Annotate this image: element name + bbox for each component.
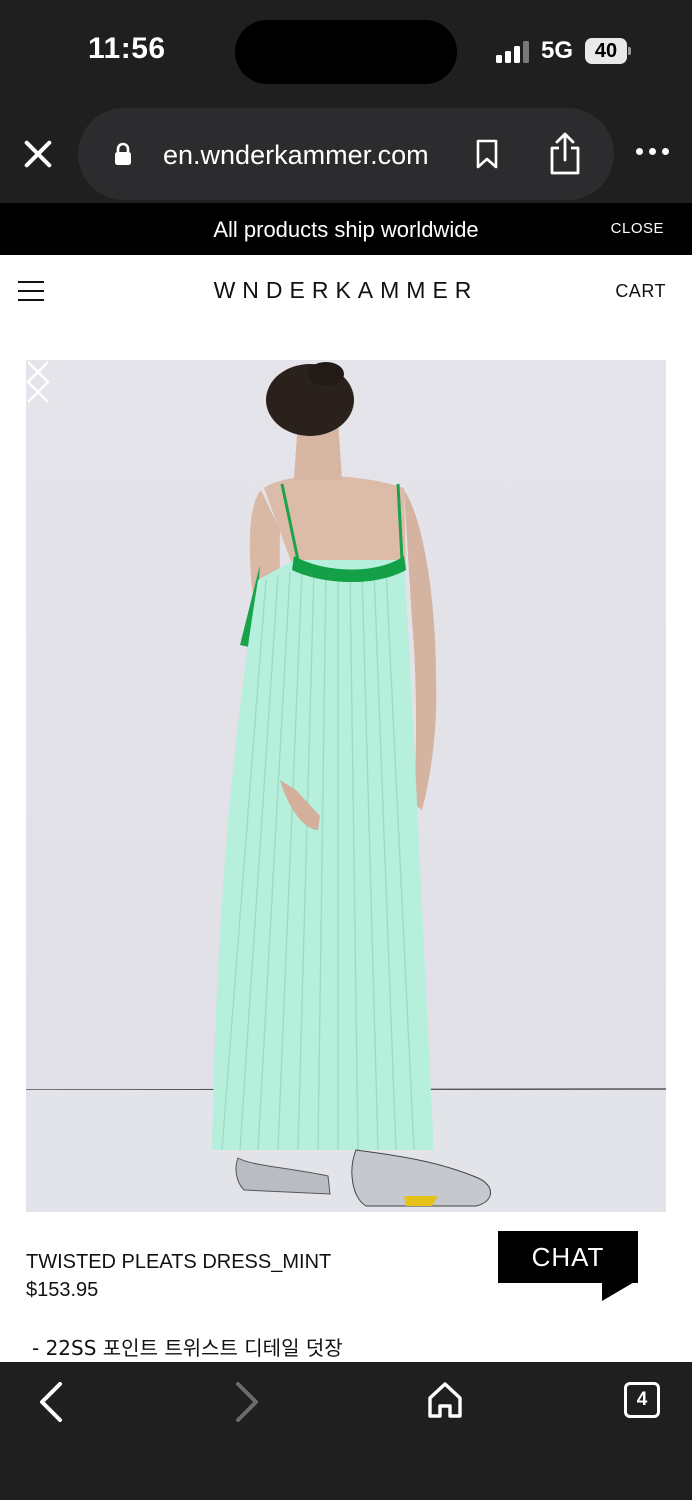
next-arrow-icon[interactable] <box>26 360 50 404</box>
product-name: TWISTED PLEATS DRESS_MINT <box>26 1251 332 1273</box>
browser-url-row: en.wnderkammer.com <box>0 104 692 203</box>
product-description: - 22SS 포인트 트위스트 디테일 덧장 <box>32 1336 343 1360</box>
battery-icon: 40 <box>585 38 631 64</box>
lock-icon <box>115 142 131 165</box>
share-icon[interactable] <box>548 132 582 176</box>
product-image[interactable] <box>26 360 666 1212</box>
brand-logo[interactable]: WNDERKAMMER <box>0 277 692 304</box>
chat-bubble-tail <box>602 1281 636 1301</box>
cart-link[interactable]: CART <box>615 281 666 302</box>
product-price: $153.95 <box>26 1279 99 1301</box>
chat-button[interactable]: CHAT <box>498 1231 638 1301</box>
battery-level: 40 <box>585 38 627 64</box>
tabs-button[interactable]: 4 <box>624 1382 660 1418</box>
status-bar: 11:56 5G 40 <box>0 0 692 104</box>
model-illustration <box>26 362 666 1212</box>
forward-icon[interactable] <box>232 1382 262 1422</box>
url-text[interactable]: en.wnderkammer.com <box>163 140 429 171</box>
more-icon[interactable] <box>636 148 670 158</box>
signal-icon <box>496 41 532 63</box>
status-time: 11:56 <box>88 32 166 65</box>
address-bar[interactable]: en.wnderkammer.com <box>78 108 614 200</box>
site-content: WNDERKAMMER CART TWISTED PLEATS DRESS_MI… <box>0 255 692 1362</box>
chat-label: CHAT <box>498 1231 638 1283</box>
bookmark-icon[interactable] <box>476 139 498 169</box>
close-icon[interactable] <box>22 138 54 170</box>
announcement-text: All products ship worldwide <box>213 217 479 242</box>
home-icon[interactable] <box>426 1380 464 1420</box>
announcement-close-button[interactable]: CLOSE <box>611 220 664 237</box>
network-type: 5G <box>541 37 574 64</box>
announcement-bar: All products ship worldwide CLOSE <box>0 203 692 255</box>
dynamic-island <box>235 20 457 84</box>
browser-toolbar: 4 <box>0 1362 692 1500</box>
back-icon[interactable] <box>36 1382 66 1422</box>
